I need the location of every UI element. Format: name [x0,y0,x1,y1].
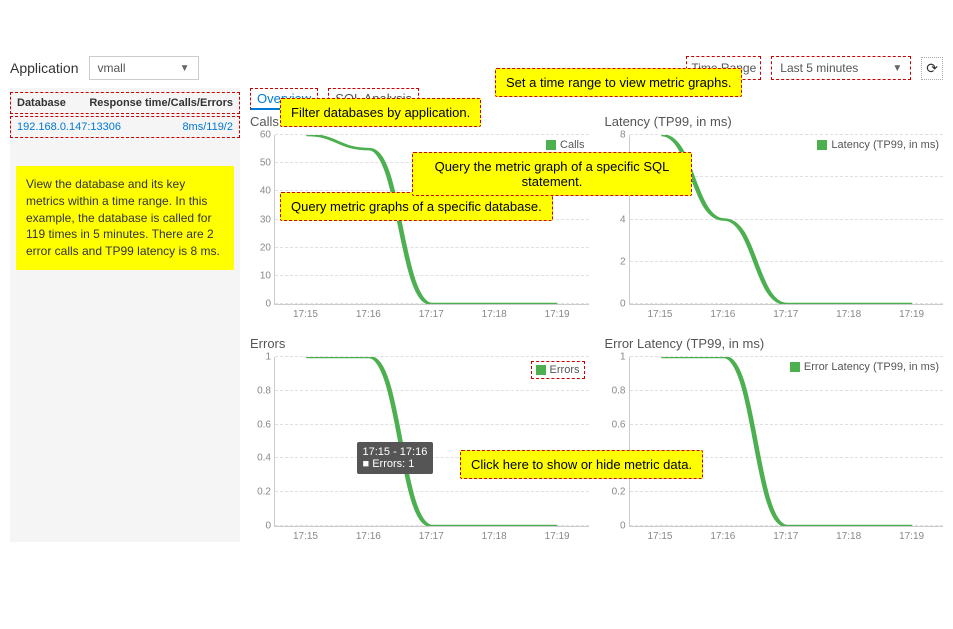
legend-swatch-icon [790,362,800,372]
x-tick: 17:17 [754,309,817,320]
col-database: Database [17,97,89,109]
chart-legend[interactable]: Errors [531,361,585,379]
callout-timerange: Set a time range to view metric graphs. [495,68,742,97]
top-bar: Application vmall ▼ Time Range Last 5 mi… [0,48,953,88]
x-tick: 17:19 [880,309,943,320]
chart-title: Error Latency (TP99, in ms) [605,336,944,351]
callout-legend: Click here to show or hide metric data. [460,450,703,479]
time-range-value: Last 5 minutes [780,61,858,75]
x-tick: 17:15 [274,309,337,320]
x-tick: 17:19 [526,531,589,542]
chart-title: Latency (TP99, in ms) [605,114,944,129]
x-tick: 17:16 [691,309,754,320]
callout-sql: Query the metric graph of a specific SQL… [412,152,692,196]
x-tick: 17:15 [274,531,337,542]
x-ticks: 17:1517:1617:1717:1817:19 [274,531,589,542]
x-tick: 17:17 [754,531,817,542]
application-value: vmall [98,61,126,75]
chart-1: Latency (TP99, in ms)02468Latency (TP99,… [605,114,944,320]
chart-title: Errors [250,336,589,351]
application-select[interactable]: vmall ▼ [89,56,199,80]
x-tick: 17:18 [817,309,880,320]
y-tick: 40 [260,186,275,197]
chart-legend[interactable]: Error Latency (TP99, in ms) [790,361,939,373]
x-tick: 17:18 [463,309,526,320]
x-tick: 17:16 [337,309,400,320]
y-tick: 0 [620,299,630,310]
y-tick: 0 [620,521,630,532]
legend-label: Latency (TP99, in ms) [831,139,939,151]
col-metrics: Response time/Calls/Errors [89,97,233,109]
chart-plot: 00.20.40.60.81Error Latency (TP99, in ms… [629,357,944,527]
chart-line [630,357,944,526]
y-tick: 30 [260,214,275,225]
sidebar-header: Database Response time/Calls/Errors [10,92,240,114]
chart-legend[interactable]: Calls [546,139,584,151]
x-tick: 17:15 [629,309,692,320]
legend-label: Errors [550,364,580,376]
chart-legend[interactable]: Latency (TP99, in ms) [817,139,939,151]
chart-plot: 00.20.40.60.81Errors17:15 - 17:16■ Error… [274,357,589,527]
y-tick: 0.2 [257,487,275,498]
y-tick: 2 [620,256,630,267]
x-tick: 17:16 [337,531,400,542]
y-tick: 0 [265,521,275,532]
x-ticks: 17:1517:1617:1717:1817:19 [629,531,944,542]
callout-overview: Query metric graphs of a specific databa… [280,192,553,221]
sidebar: Database Response time/Calls/Errors 192.… [10,88,240,542]
y-tick: 8 [620,130,630,141]
y-tick: 0.8 [612,385,630,396]
x-tick: 17:17 [400,309,463,320]
y-tick: 50 [260,158,275,169]
chart-tooltip: 17:15 - 17:16■ Errors: 1 [357,442,434,474]
legend-swatch-icon [536,365,546,375]
x-tick: 17:18 [817,531,880,542]
callout-filter: Filter databases by application. [280,98,481,127]
y-tick: 0.6 [612,419,630,430]
application-label: Application [10,60,79,76]
x-ticks: 17:1517:1617:1717:1817:19 [629,309,944,320]
x-ticks: 17:1517:1617:1717:1817:19 [274,309,589,320]
y-tick: 0.6 [257,419,275,430]
y-tick: 60 [260,130,275,141]
y-tick: 1 [620,352,630,363]
y-tick: 0 [265,299,275,310]
y-tick: 10 [260,270,275,281]
chevron-down-icon: ▼ [892,63,902,74]
chart-2: Errors00.20.40.60.81Errors17:15 - 17:16■… [250,336,589,542]
x-tick: 17:18 [463,531,526,542]
x-tick: 17:19 [880,531,943,542]
legend-label: Calls [560,139,584,151]
database-metrics: 8ms/119/2 [182,121,233,133]
refresh-icon[interactable]: ⟳ [921,57,943,80]
chart-3: Error Latency (TP99, in ms)00.20.40.60.8… [605,336,944,542]
legend-label: Error Latency (TP99, in ms) [804,361,939,373]
y-tick: 0.8 [257,385,275,396]
x-tick: 17:19 [526,309,589,320]
legend-swatch-icon [546,140,556,150]
sidebar-row[interactable]: 192.168.0.147:13306 8ms/119/2 [10,116,240,138]
database-link[interactable]: 192.168.0.147:13306 [17,121,182,133]
y-tick: 0.4 [257,453,275,464]
x-tick: 17:15 [629,531,692,542]
y-tick: 20 [260,242,275,253]
sidebar-note: View the database and its key metrics wi… [16,166,234,270]
legend-swatch-icon [817,140,827,150]
x-tick: 17:16 [691,531,754,542]
chevron-down-icon: ▼ [180,63,190,74]
x-tick: 17:17 [400,531,463,542]
y-tick: 0.2 [612,487,630,498]
y-tick: 1 [265,352,275,363]
time-range-select[interactable]: Last 5 minutes ▼ [771,56,911,80]
y-tick: 4 [620,214,630,225]
